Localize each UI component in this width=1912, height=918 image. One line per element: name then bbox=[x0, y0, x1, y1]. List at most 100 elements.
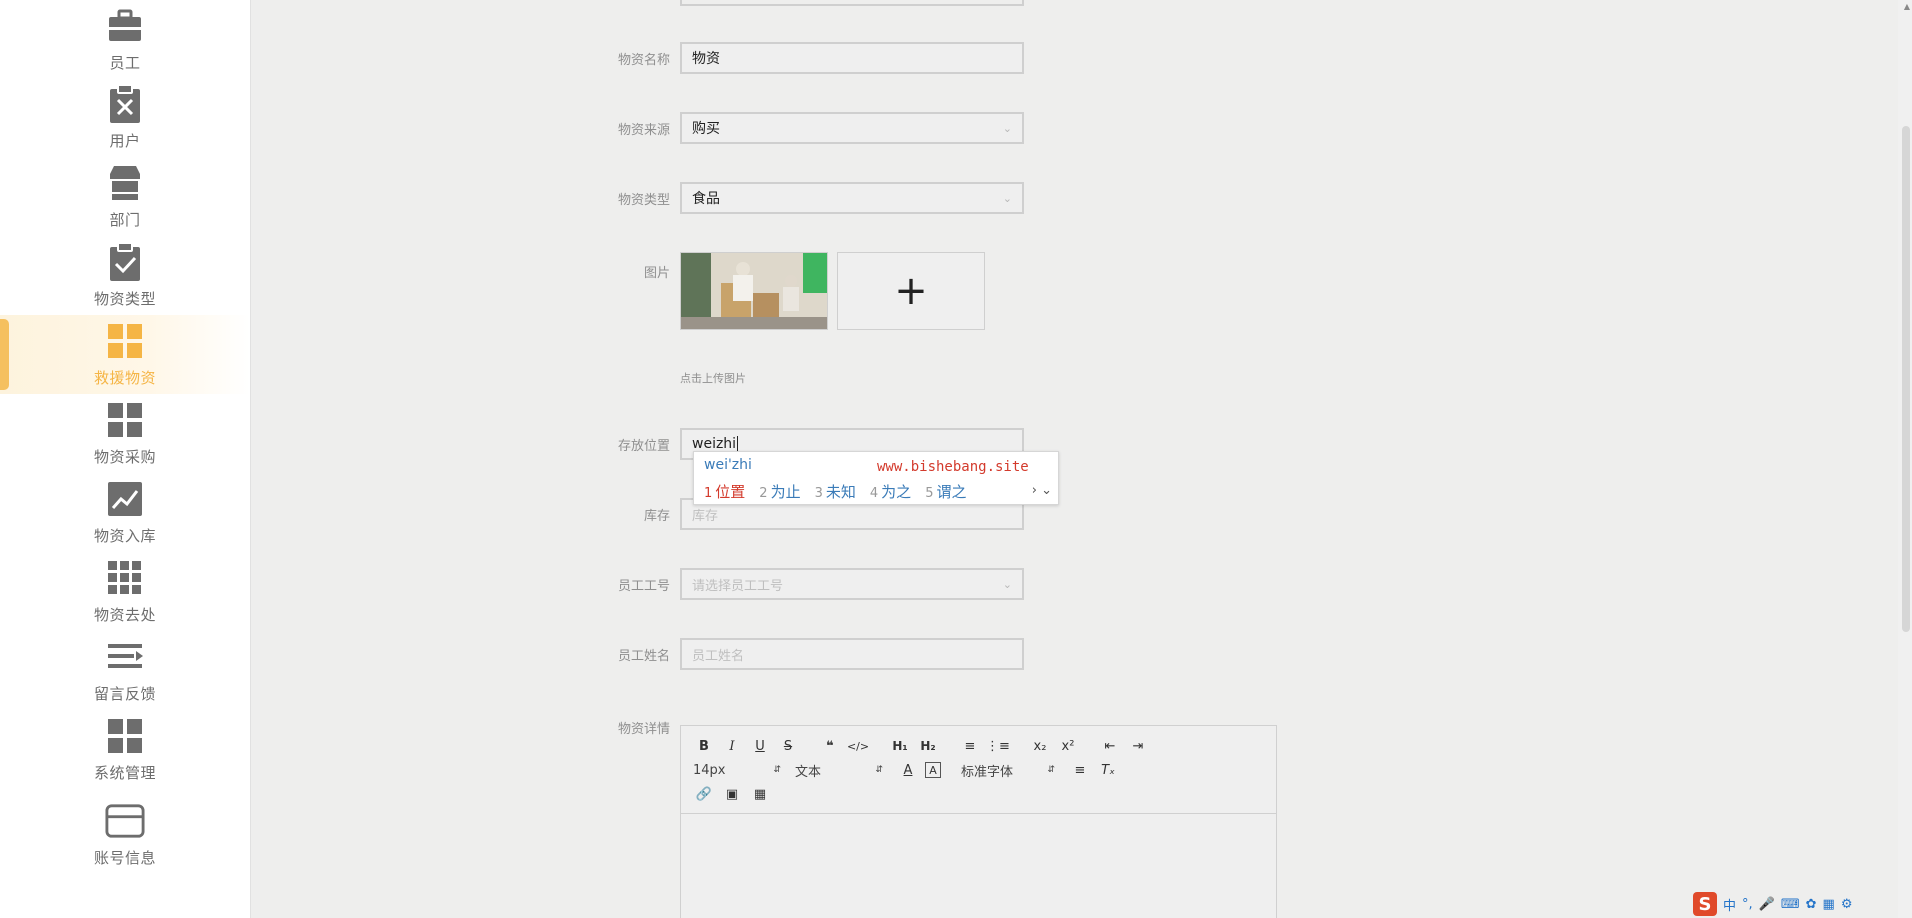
field-label: 物资名称 bbox=[617, 52, 670, 68]
sidebar-item-material-type[interactable]: 物资类型 bbox=[0, 236, 250, 315]
font-color-icon[interactable]: A bbox=[897, 760, 919, 780]
microphone-icon[interactable]: 🎤 bbox=[1759, 897, 1775, 912]
ime-candidate-list: 1 位置 2 为止 3 未知 4 为之 5 谓之 bbox=[704, 481, 966, 502]
clipboard-x-icon bbox=[105, 84, 145, 124]
store-icon bbox=[105, 163, 145, 203]
row-employee-name: 员工姓名 员工姓名 bbox=[600, 638, 1024, 670]
field-label: 存放位置 bbox=[617, 438, 670, 454]
toolbox-icon[interactable]: ▦ bbox=[1823, 897, 1835, 912]
ordered-list-icon[interactable]: ≡ bbox=[959, 736, 981, 756]
editor-toolbar: B I U S ❝ </> H₁ H₂ ≡ ⋮≡ x₂ x² ⇤ ⇥ 14px … bbox=[681, 726, 1276, 814]
clear-format-icon[interactable]: Tₓ bbox=[1097, 760, 1119, 780]
sidebar-item-account[interactable]: 账号信息 bbox=[0, 789, 250, 881]
bullet-list-icon[interactable]: ⋮≡ bbox=[986, 736, 1010, 756]
sidebar-item-rescue-material[interactable]: 救援物资 bbox=[0, 315, 250, 394]
underline-icon[interactable]: U bbox=[749, 736, 771, 756]
sidebar-item-user[interactable]: 用户 bbox=[0, 78, 250, 157]
font-size-select[interactable]: 14px ⇵ bbox=[693, 763, 781, 778]
superscript-icon[interactable]: x² bbox=[1057, 736, 1079, 756]
toolbar-row: 14px ⇵ 文本 ⇵ A A 标准字体 ⇵ ≡ Tₓ bbox=[693, 758, 1264, 782]
quote-icon[interactable]: ❝ bbox=[819, 736, 841, 756]
select-value: 购买 bbox=[692, 121, 720, 137]
clipboard-check-icon bbox=[105, 242, 145, 282]
uploaded-image-thumbnail[interactable] bbox=[680, 252, 828, 330]
indent-icon[interactable]: ⇥ bbox=[1127, 736, 1149, 756]
scroll-thumb[interactable] bbox=[1902, 126, 1910, 632]
field-label: 物资来源 bbox=[617, 122, 670, 138]
employee-name-input[interactable]: 员工姓名 bbox=[680, 638, 1024, 670]
bold-icon[interactable]: B bbox=[693, 736, 715, 756]
row-image: 图片 bbox=[600, 262, 680, 281]
row-material-source: 物资来源 购买 ⌄ bbox=[600, 112, 1024, 144]
image-icon[interactable]: ▣ bbox=[721, 784, 743, 804]
sidebar-item-label: 部门 bbox=[109, 211, 141, 229]
keyboard-icon[interactable]: ⌨ bbox=[1781, 897, 1800, 912]
app-window: 员工 用户 部门 物资类型 救援物资 物资采购 物资入库 物资去处 留言反馈 系… bbox=[0, 0, 1912, 918]
heading1-icon[interactable]: H₁ bbox=[889, 736, 911, 756]
sidebar: 员工 用户 部门 物资类型 救援物资 物资采购 物资入库 物资去处 留言反馈 系… bbox=[0, 0, 251, 918]
subscript-icon[interactable]: x₂ bbox=[1029, 736, 1051, 756]
code-icon[interactable]: </> bbox=[847, 736, 869, 756]
format-select[interactable]: 文本 ⇵ bbox=[795, 761, 883, 780]
apps-icon bbox=[105, 558, 145, 598]
sogou-logo-icon[interactable]: S bbox=[1693, 892, 1717, 916]
ime-candidate[interactable]: 2 为止 bbox=[759, 481, 800, 502]
material-source-select[interactable]: 购买 ⌄ bbox=[680, 112, 1024, 144]
briefcase-icon bbox=[105, 6, 145, 46]
punctuation-icon[interactable]: °, bbox=[1742, 897, 1753, 912]
chevron-down-icon: ⌄ bbox=[1002, 577, 1012, 591]
material-name-input[interactable]: 物资 bbox=[680, 42, 1024, 74]
outdent-icon[interactable]: ⇤ bbox=[1099, 736, 1121, 756]
material-type-select[interactable]: 食品 ⌄ bbox=[680, 182, 1024, 214]
chevron-down-icon: ⌄ bbox=[1002, 191, 1012, 205]
ime-status-bar: S 中 °, 🎤 ⌨ ✿ ▦ ⚙ bbox=[1693, 890, 1912, 918]
updown-icon: ⇵ bbox=[773, 765, 781, 775]
updown-icon: ⇵ bbox=[875, 765, 883, 775]
editor-content-area[interactable] bbox=[681, 814, 1276, 918]
list-icon bbox=[105, 637, 145, 677]
align-icon[interactable]: ≡ bbox=[1069, 760, 1091, 780]
strikethrough-icon[interactable]: S bbox=[777, 736, 799, 756]
employee-no-select[interactable]: 请选择员工工号 ⌄ bbox=[680, 568, 1024, 600]
field-label: 员工工号 bbox=[617, 578, 670, 594]
font-family-select[interactable]: 标准字体 ⇵ bbox=[961, 761, 1055, 780]
ime-candidate[interactable]: 1 位置 bbox=[704, 481, 745, 502]
sidebar-item-label: 物资采购 bbox=[93, 448, 156, 466]
card-icon bbox=[105, 801, 145, 841]
settings-icon[interactable]: ⚙ bbox=[1841, 897, 1853, 912]
field-label: 图片 bbox=[643, 266, 670, 281]
sidebar-item-label: 物资入库 bbox=[93, 527, 156, 545]
sidebar-item-department[interactable]: 部门 bbox=[0, 157, 250, 236]
link-icon[interactable]: 🔗 bbox=[693, 784, 715, 804]
select-placeholder: 请选择员工工号 bbox=[692, 578, 784, 594]
ime-candidate[interactable]: 4 为之 bbox=[870, 481, 911, 502]
skin-icon[interactable]: ✿ bbox=[1806, 897, 1817, 912]
sidebar-item-label: 用户 bbox=[109, 132, 141, 150]
sidebar-item-destination[interactable]: 物资去处 bbox=[0, 552, 250, 631]
scroll-up-icon[interactable]: ▲ bbox=[1904, 2, 1910, 11]
sidebar-item-procurement[interactable]: 物资采购 bbox=[0, 394, 250, 473]
sidebar-item-system[interactable]: 系统管理 bbox=[0, 710, 250, 789]
sidebar-item-label: 系统管理 bbox=[93, 764, 156, 782]
background-color-icon[interactable]: A bbox=[925, 762, 941, 778]
toolbar-row: 🔗 ▣ ▦ bbox=[693, 782, 1264, 806]
ime-candidate[interactable]: 3 未知 bbox=[815, 481, 856, 502]
row-employee-no: 员工工号 请选择员工工号 ⌄ bbox=[600, 568, 1024, 600]
add-image-button[interactable]: + bbox=[837, 252, 985, 330]
video-icon[interactable]: ▦ bbox=[749, 784, 771, 804]
ime-next-page-icon[interactable]: › ⌄ bbox=[1032, 483, 1052, 498]
sidebar-item-feedback[interactable]: 留言反馈 bbox=[0, 631, 250, 710]
italic-icon[interactable]: I bbox=[721, 736, 743, 756]
ime-composition: wei'zhi bbox=[704, 457, 752, 473]
heading2-icon[interactable]: H₂ bbox=[917, 736, 939, 756]
sidebar-item-employee[interactable]: 员工 bbox=[0, 0, 250, 78]
sidebar-item-stock-in[interactable]: 物资入库 bbox=[0, 473, 250, 552]
chevron-down-icon: ⌄ bbox=[1002, 121, 1012, 135]
upload-tip: 点击上传图片 bbox=[680, 372, 746, 385]
page-scrollbar[interactable]: ▲ bbox=[1898, 0, 1912, 918]
toolbar-row: B I U S ❝ </> H₁ H₂ ≡ ⋮≡ x₂ x² ⇤ ⇥ bbox=[693, 734, 1264, 758]
sidebar-item-label: 账号信息 bbox=[93, 849, 156, 867]
grid-icon bbox=[105, 716, 145, 756]
ime-candidate[interactable]: 5 谓之 bbox=[925, 481, 966, 502]
language-indicator[interactable]: 中 bbox=[1723, 895, 1736, 914]
